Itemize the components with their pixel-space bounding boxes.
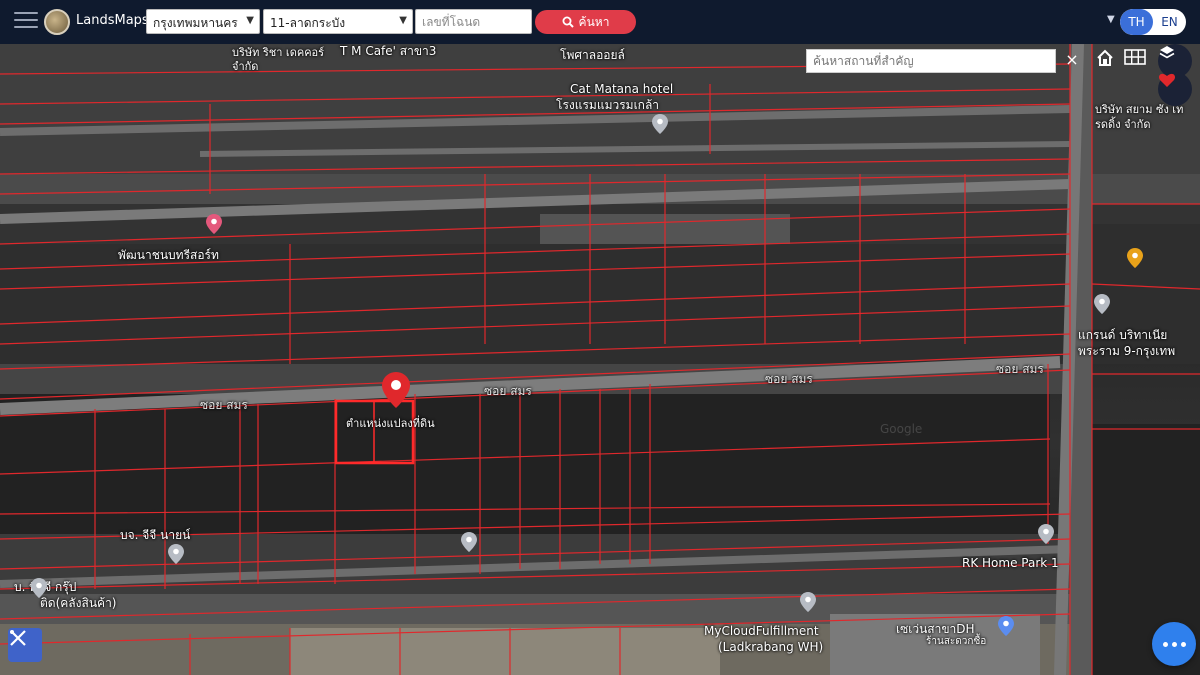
map-label-soi-1: ซอย สมร <box>200 398 248 412</box>
map-label-gg-motor: บจ. จีจี นายน์ <box>120 528 191 542</box>
map-label-soi-4: ซอย สมร <box>996 362 1044 376</box>
location-pin-icon[interactable] <box>652 114 668 134</box>
satellite-map[interactable]: T M Cafe' สาขา3 บริษัท ริชา เดคคอร์ จำกั… <box>0 44 1200 675</box>
lang-en-button[interactable]: EN <box>1153 9 1186 35</box>
map-label-company-right: บริษัท สยาม ซัง เทรดดิ้ง จำกัด <box>1095 103 1184 131</box>
map-watermark: Google <box>880 422 923 436</box>
district-select[interactable]: 11-ลาดกระบัง ▼ <box>263 9 413 34</box>
place-search-input[interactable] <box>806 49 1056 73</box>
grid-icon[interactable] <box>1124 49 1150 75</box>
map-label-tgg-2: ติด(คลังสินค้า) <box>40 596 117 610</box>
province-select[interactable]: กรุงเทพมหานคร ▼ <box>146 9 260 34</box>
language-toggle[interactable]: TH EN <box>1120 9 1186 35</box>
location-pin-icon[interactable] <box>1038 524 1054 544</box>
app-name: LandsMaps <box>76 13 149 28</box>
location-pin-icon[interactable] <box>1094 294 1110 314</box>
chevron-down-icon[interactable]: ▼ <box>1107 14 1115 25</box>
search-icon <box>562 16 574 28</box>
parcel-marker-label: ตำแหน่งแปลงที่ดิน <box>346 417 435 430</box>
menu-icon[interactable] <box>14 12 38 32</box>
home-icon[interactable] <box>1096 49 1122 75</box>
lang-th-button[interactable]: TH <box>1120 9 1153 35</box>
map-label-resort: พัฒนาชนบทรีสอร์ท <box>118 248 219 262</box>
map-label-decor: บริษัท ริชา เดคคอร์ จำกัด <box>232 46 325 73</box>
map-label-mycloud-1: MyCloudFulfillment <box>704 624 819 638</box>
location-pin-icon[interactable] <box>1127 248 1143 268</box>
location-pin-icon[interactable] <box>206 214 222 234</box>
chevron-down-icon: ▼ <box>246 15 254 26</box>
map-label-rk-home: RK Home Park 1 <box>962 556 1059 570</box>
search-button-label: ค้นหา <box>578 14 610 29</box>
heart-icon[interactable] <box>1158 72 1192 106</box>
location-pin-icon[interactable] <box>998 616 1014 636</box>
chat-icon[interactable] <box>1152 622 1196 666</box>
close-icon[interactable]: × <box>1062 50 1082 70</box>
location-pin-icon[interactable] <box>461 532 477 552</box>
search-button[interactable]: ค้นหา <box>535 10 636 34</box>
top-navigation-bar: LandsMaps กรุงเทพมหานคร ▼ 11-ลาดกระบัง ▼… <box>0 0 1200 44</box>
deed-number-input[interactable] <box>415 9 532 34</box>
parcel-marker-pin-icon[interactable] <box>382 372 410 408</box>
chevron-down-icon: ▼ <box>399 15 407 26</box>
location-pin-icon[interactable] <box>168 544 184 564</box>
map-label-cat-hotel-en: Cat Matana hotel <box>570 82 674 96</box>
district-select-value: 11-ลาดกระบัง <box>270 16 346 30</box>
map-label-cat-hotel-th: โรงแรมแมวรมเกล้า <box>556 98 660 112</box>
tools-icon[interactable] <box>8 628 42 662</box>
map-label-seven-2: ร้านสะดวกซื้อ <box>926 636 987 647</box>
location-pin-icon[interactable] <box>31 578 47 598</box>
map-label-soi-3: ซอย สมร <box>765 372 813 386</box>
province-select-value: กรุงเทพมหานคร <box>153 16 238 30</box>
map-label-grand-2: พระราม 9-กรุงเทพ <box>1078 344 1176 358</box>
location-pin-icon[interactable] <box>800 592 816 612</box>
app-logo <box>44 9 70 35</box>
map-label-cafe: T M Cafe' สาขา3 <box>340 44 437 58</box>
map-label-mycloud-2: (Ladkrabang WH) <box>718 640 824 654</box>
map-label-oil: โพศาลออยล์ <box>560 48 625 62</box>
map-label-soi-2: ซอย สมร <box>484 384 532 398</box>
